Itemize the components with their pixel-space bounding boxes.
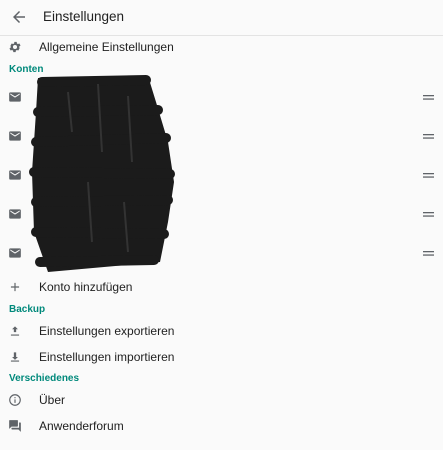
section-header-backup: Backup [9, 304, 46, 315]
mail-icon [9, 131, 21, 141]
add-account-item[interactable]: Konto hinzufügen [0, 274, 443, 300]
mail-icon [9, 248, 21, 258]
import-settings-item[interactable]: Einstellungen importieren [0, 344, 443, 370]
export-settings-label: Einstellungen exportieren [39, 324, 175, 338]
general-settings-label: Allgemeine Einstellungen [39, 40, 174, 54]
drag-handle-icon[interactable] [423, 134, 434, 139]
drag-handle-icon[interactable] [423, 173, 434, 178]
plus-icon [10, 282, 20, 292]
download-icon [10, 352, 20, 362]
drag-handle-icon[interactable] [423, 95, 434, 100]
arrow-back-icon[interactable] [10, 8, 28, 26]
gear-icon [9, 41, 21, 53]
section-header-misc: Verschiedenes [9, 373, 80, 384]
about-item[interactable]: Über [0, 387, 443, 413]
redaction-scribble [29, 75, 175, 272]
about-label: Über [39, 393, 66, 407]
mail-icon [9, 92, 21, 102]
mail-icon [9, 209, 21, 219]
drag-handle-icon[interactable] [423, 251, 434, 256]
upload-icon [10, 326, 20, 336]
import-settings-label: Einstellungen importieren [39, 350, 175, 364]
general-settings-item[interactable]: Allgemeine Einstellungen [0, 34, 443, 60]
forum-label: Anwenderforum [39, 419, 124, 433]
add-account-label: Konto hinzufügen [39, 280, 133, 294]
mail-icon [9, 170, 21, 180]
forum-item[interactable]: Anwenderforum [0, 413, 443, 439]
drag-handle-icon[interactable] [423, 212, 434, 217]
app-bar: Einstellungen [0, 0, 443, 36]
info-icon [9, 394, 21, 406]
export-settings-item[interactable]: Einstellungen exportieren [0, 318, 443, 344]
forum-icon [9, 420, 21, 432]
page-title: Einstellungen [43, 9, 125, 24]
